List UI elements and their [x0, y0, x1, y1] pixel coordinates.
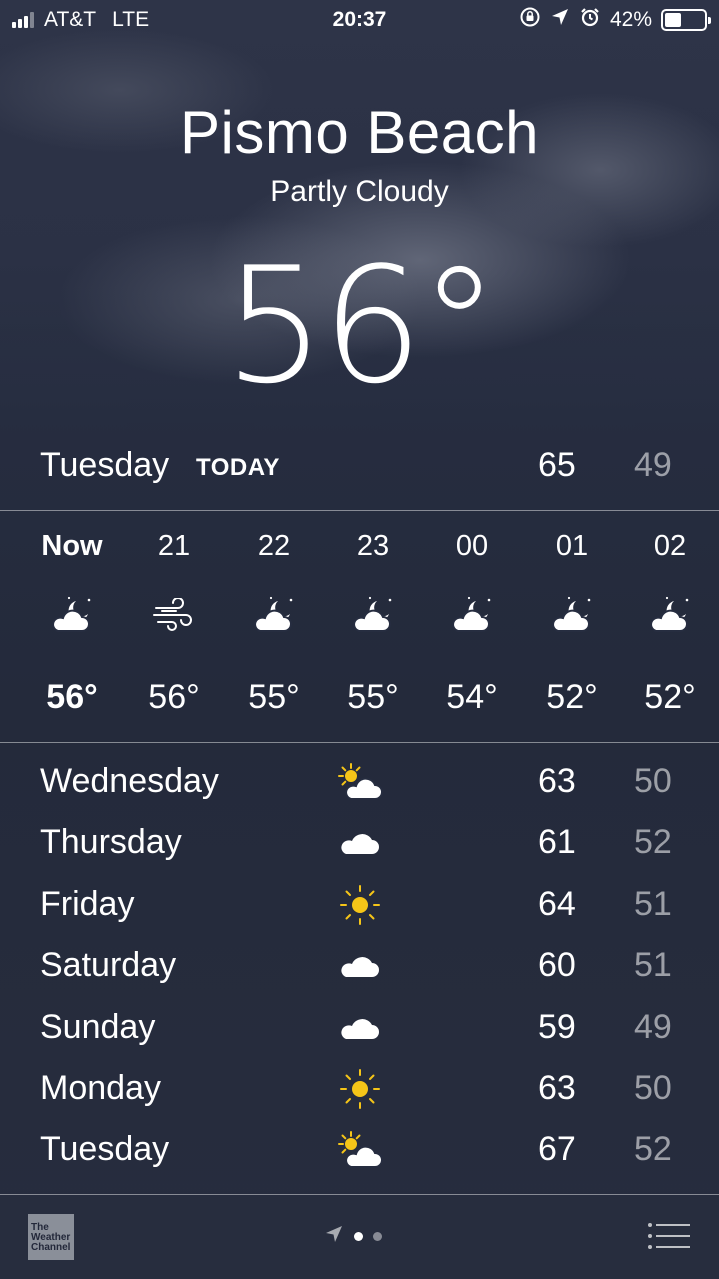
current-page-dot[interactable]: [354, 1232, 363, 1241]
today-day: Tuesday: [40, 446, 170, 484]
day-name: Tuesday: [40, 1130, 170, 1169]
partly-cloudy-night-icon: [224, 580, 324, 650]
hourly-item: 23 55°: [323, 512, 423, 717]
hour-temp: 55°: [248, 678, 300, 716]
condition-label: Partly Cloudy: [270, 175, 449, 208]
hour-label: Now: [41, 530, 103, 562]
page-indicator[interactable]: [324, 1224, 382, 1249]
status-bar: AT&T LTE 20:37 42%: [0, 0, 719, 40]
day-high: 63: [538, 1068, 576, 1107]
day-high: 63: [538, 762, 576, 800]
daily-row: Monday 63 50: [0, 1059, 719, 1120]
hour-temp: 52°: [644, 678, 696, 716]
hour-label: 01: [555, 530, 589, 562]
orientation-lock-icon: [519, 6, 541, 34]
hourly-item: 02 52°: [620, 512, 719, 717]
hour-label: 23: [356, 530, 390, 562]
hour-label: 02: [653, 530, 687, 562]
status-right: 42%: [519, 6, 711, 34]
location-arrow-icon: [550, 7, 570, 33]
battery-percent: 42%: [609, 8, 652, 31]
partly-sunny-icon: [330, 756, 390, 808]
day-name: Monday: [40, 1068, 161, 1107]
sun-icon: [330, 1063, 390, 1115]
list-icon: [648, 1223, 690, 1249]
city-name: Pismo Beach: [180, 99, 539, 166]
divider-top: [0, 510, 719, 511]
partly-cloudy-night-icon: [422, 580, 522, 650]
day-low: 52: [634, 1130, 672, 1169]
cloud-icon: [330, 817, 390, 869]
day-low: 51: [634, 884, 672, 923]
day-high: 67: [538, 1130, 576, 1169]
battery-fill: [665, 13, 681, 27]
hourly-item: 00 54°: [422, 512, 522, 717]
day-high: 60: [538, 946, 576, 985]
daily-forecast[interactable]: Wednesday 63 50 Thursday 61 52 Friday 64 51 Satur…: [0, 752, 719, 1182]
day-low: 51: [634, 946, 672, 985]
hourly-item: Now 56°: [22, 512, 122, 717]
day-name: Friday: [40, 884, 135, 923]
partly-cloudy-night-icon: [620, 580, 719, 650]
hour-temp: 56°: [46, 678, 98, 716]
hourly-forecast[interactable]: Now 56° 21 56° 22 55° 23 55° 00 54° 01 52° 02 52°: [0, 512, 719, 742]
today-tag: TODAY: [196, 454, 280, 481]
day-low: 50: [634, 1068, 672, 1107]
current-temperature: 56°: [223, 232, 500, 419]
day-low: 52: [634, 823, 672, 862]
alarm-icon: [579, 6, 601, 34]
sun-icon: [330, 879, 390, 931]
day-high: 61: [538, 823, 576, 862]
partly-cloudy-night-icon: [522, 580, 622, 650]
day-name: Saturday: [40, 946, 177, 985]
daily-row: Saturday 60 51: [0, 936, 719, 997]
battery-icon: [661, 9, 711, 31]
partly-sunny-icon: [330, 1124, 390, 1176]
hour-label: 00: [455, 530, 489, 562]
daily-row: Thursday 61 52: [0, 813, 719, 874]
day-name: Thursday: [40, 823, 182, 862]
daily-row: Tuesday 67 52: [0, 1120, 719, 1181]
day-high: 64: [538, 884, 576, 923]
hourly-item: 01 52°: [522, 512, 622, 717]
day-name: Sunday: [40, 1007, 156, 1046]
hour-label: 22: [257, 530, 291, 562]
hourly-item: 22 55°: [224, 512, 324, 717]
hour-temp: 55°: [347, 678, 399, 716]
day-name: Wednesday: [40, 762, 219, 800]
logo-line: Channel: [31, 1242, 71, 1253]
hour-temp: 54°: [446, 678, 498, 716]
today-row: Tuesday TODAY 65 49: [0, 440, 719, 490]
cloud-icon: [330, 1002, 390, 1054]
daily-row: Wednesday 63 50: [0, 752, 719, 813]
day-low: 50: [634, 762, 672, 800]
location-header: Pismo Beach Partly Cloudy: [0, 98, 719, 209]
wind-icon: [124, 580, 224, 650]
daily-row: Sunday 59 49: [0, 998, 719, 1059]
city-list-button[interactable]: [648, 1222, 690, 1250]
daily-row: Friday 64 51: [0, 875, 719, 936]
hour-temp: 56°: [148, 678, 200, 716]
bottom-bar: The Weather Channel: [0, 1196, 719, 1279]
hourly-item: 21 56°: [124, 512, 224, 717]
partly-cloudy-night-icon: [323, 580, 423, 650]
day-low: 49: [634, 1007, 672, 1046]
today-low: 49: [634, 446, 672, 484]
other-page-dot[interactable]: [373, 1232, 382, 1241]
divider-bottombar: [0, 1194, 719, 1195]
cloud-icon: [330, 940, 390, 992]
hour-label: 21: [157, 530, 191, 562]
day-high: 59: [538, 1007, 576, 1046]
divider-bottom: [0, 742, 719, 743]
location-arrow-icon: [324, 1224, 344, 1249]
hour-temp: 52°: [546, 678, 598, 716]
partly-cloudy-night-icon: [22, 580, 122, 650]
today-high: 65: [538, 446, 576, 484]
weather-channel-logo[interactable]: The Weather Channel: [28, 1214, 74, 1260]
